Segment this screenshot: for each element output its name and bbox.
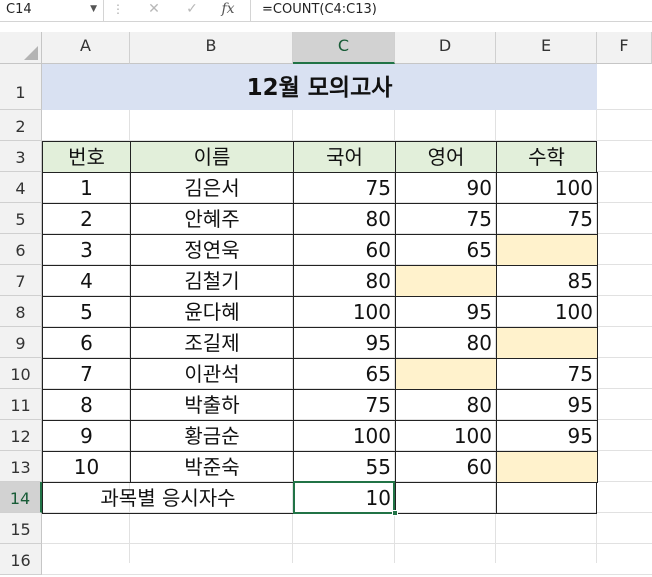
- insert-function-icon[interactable]: fx: [215, 0, 241, 21]
- row-header-11[interactable]: 11: [0, 389, 42, 420]
- cell-name[interactable]: 박출하: [130, 389, 294, 421]
- cell-number[interactable]: 1: [42, 172, 131, 204]
- cell-math[interactable]: 95: [496, 420, 598, 452]
- cell-korean[interactable]: 60: [293, 234, 396, 266]
- cell-number[interactable]: 7: [42, 358, 131, 390]
- gridline-horizontal: [42, 574, 652, 575]
- row-header-4[interactable]: 4: [0, 172, 42, 203]
- summary-count-math[interactable]: [496, 482, 597, 514]
- row-header-8[interactable]: 8: [0, 296, 42, 327]
- row-header-7[interactable]: 7: [0, 265, 42, 296]
- cell-number[interactable]: 10: [42, 451, 131, 483]
- cell-number[interactable]: 5: [42, 296, 131, 328]
- cell-korean[interactable]: 75: [293, 172, 396, 204]
- column-header-c[interactable]: C: [293, 32, 395, 64]
- column-header-e[interactable]: E: [496, 32, 597, 64]
- chevron-down-icon[interactable]: ▼: [90, 0, 97, 19]
- formula-input[interactable]: =COUNT(C4:C13): [262, 0, 377, 21]
- row-header-10[interactable]: 10: [0, 358, 42, 389]
- cancel-icon[interactable]: ✕: [141, 0, 167, 21]
- cell-number[interactable]: 9: [42, 420, 131, 452]
- cell-korean[interactable]: 80: [293, 265, 396, 297]
- cell-number[interactable]: 3: [42, 234, 131, 266]
- gridline-horizontal: [42, 543, 652, 544]
- cell-math[interactable]: [496, 234, 598, 266]
- cell-english[interactable]: 60: [395, 451, 497, 483]
- column-header-b[interactable]: B: [130, 32, 293, 64]
- cell-math[interactable]: 100: [496, 172, 598, 204]
- formula-bar-drag-handle[interactable]: ⋮: [112, 0, 124, 21]
- cell-korean[interactable]: 55: [293, 451, 396, 483]
- cell-math[interactable]: 85: [496, 265, 598, 297]
- cell-math[interactable]: [496, 327, 598, 359]
- summary-label[interactable]: 과목별 응시자수: [42, 482, 294, 514]
- row-header-3[interactable]: 3: [0, 141, 42, 172]
- cell-name[interactable]: 안혜주: [130, 203, 294, 235]
- cell-english[interactable]: [395, 358, 497, 390]
- cell-english[interactable]: 100: [395, 420, 497, 452]
- name-box-value: C14: [6, 2, 32, 17]
- cell-korean[interactable]: 65: [293, 358, 396, 390]
- cell-english[interactable]: 75: [395, 203, 497, 235]
- row-header-1[interactable]: 1: [0, 64, 42, 110]
- row-header-2[interactable]: 2: [0, 110, 42, 141]
- formula-bar-divider: [250, 0, 251, 21]
- column-header-d[interactable]: D: [395, 32, 496, 64]
- row-header-16[interactable]: 16: [0, 544, 42, 575]
- header-number[interactable]: 번호: [42, 141, 131, 173]
- summary-count-english[interactable]: [395, 482, 497, 514]
- active-cell-selection: [293, 481, 395, 514]
- cell-math[interactable]: 75: [496, 358, 598, 390]
- cell-english[interactable]: 95: [395, 296, 497, 328]
- row-header-13[interactable]: 13: [0, 451, 42, 482]
- cell-number[interactable]: 4: [42, 265, 131, 297]
- header-math[interactable]: 수학: [496, 141, 597, 173]
- cell-english[interactable]: [395, 265, 497, 297]
- row-header-15[interactable]: 15: [0, 513, 42, 544]
- cell-number[interactable]: 2: [42, 203, 131, 235]
- cell-number[interactable]: 6: [42, 327, 131, 359]
- header-name[interactable]: 이름: [130, 141, 294, 173]
- enter-icon[interactable]: ✓: [179, 0, 205, 21]
- cell-number[interactable]: 8: [42, 389, 131, 421]
- fill-handle[interactable]: [392, 510, 398, 516]
- cell-math[interactable]: [496, 451, 598, 483]
- cell-english[interactable]: 80: [395, 327, 497, 359]
- cell-name[interactable]: 김철기: [130, 265, 294, 297]
- cell-name[interactable]: 박준숙: [130, 451, 294, 483]
- column-header-f[interactable]: F: [597, 32, 652, 64]
- cell-math[interactable]: 75: [496, 203, 598, 235]
- cell-math[interactable]: 95: [496, 389, 598, 421]
- header-english[interactable]: 영어: [395, 141, 497, 173]
- cell-english[interactable]: 65: [395, 234, 497, 266]
- row-header-9[interactable]: 9: [0, 327, 42, 358]
- cell-english[interactable]: 90: [395, 172, 497, 204]
- row-header-5[interactable]: 5: [0, 203, 42, 234]
- cell-korean[interactable]: 100: [293, 296, 396, 328]
- cell-name[interactable]: 김은서: [130, 172, 294, 204]
- cell-korean[interactable]: 75: [293, 389, 396, 421]
- row-header-6[interactable]: 6: [0, 234, 42, 265]
- row-header-12[interactable]: 12: [0, 420, 42, 451]
- cell-korean[interactable]: 95: [293, 327, 396, 359]
- cell-english[interactable]: 80: [395, 389, 497, 421]
- column-header-a[interactable]: A: [42, 32, 130, 64]
- sheet-title[interactable]: 12월 모의고사: [42, 64, 597, 110]
- header-korean[interactable]: 국어: [293, 141, 396, 173]
- cell-name[interactable]: 윤다혜: [130, 296, 294, 328]
- cell-name[interactable]: 이관석: [130, 358, 294, 390]
- row-header-14[interactable]: 14: [0, 482, 42, 513]
- select-all-button[interactable]: [0, 32, 42, 64]
- name-box[interactable]: C14 ▼: [0, 0, 104, 21]
- cell-korean[interactable]: 80: [293, 203, 396, 235]
- cell-name[interactable]: 황금순: [130, 420, 294, 452]
- cell-name[interactable]: 정연욱: [130, 234, 294, 266]
- cell-name[interactable]: 조길제: [130, 327, 294, 359]
- cell-math[interactable]: 100: [496, 296, 598, 328]
- cell-korean[interactable]: 100: [293, 420, 396, 452]
